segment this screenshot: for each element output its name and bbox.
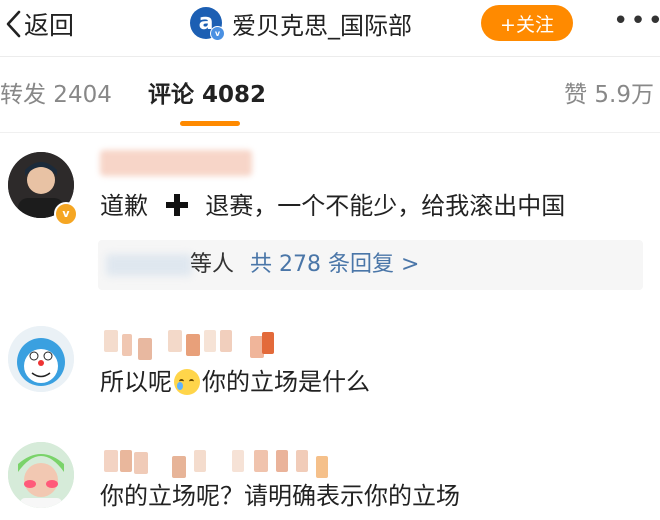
back-chevron-icon (6, 10, 21, 38)
more-dots-icon[interactable]: ••• (613, 8, 660, 36)
back-label: 返回 (24, 11, 75, 40)
back-button[interactable]: 返回 (4, 8, 74, 40)
verified-icon: v (210, 26, 225, 41)
top-nav-bar: 返回 a v 爱贝克思_国际部 +关注 ••• (0, 0, 660, 50)
comment-text-part: 退赛，一个不能少，给我滚出中国 (205, 192, 566, 220)
active-tab-indicator (180, 121, 240, 126)
plus-icon (165, 194, 188, 216)
comment-text: 所以呢 你的立场是什么 (100, 366, 370, 398)
divider (0, 132, 660, 133)
crying-emoji-icon (174, 369, 200, 395)
follow-button[interactable]: +关注 (481, 5, 573, 41)
comment-text-part: 所以呢 (100, 368, 172, 396)
avatar[interactable] (8, 326, 74, 392)
account-header[interactable]: a v 爱贝克思_国际部 (190, 6, 412, 41)
divider (0, 56, 660, 57)
account-logo-icon[interactable]: a v (190, 7, 225, 41)
comment-text-part: 道歉 (100, 192, 148, 220)
vip-badge-icon: v (54, 202, 78, 226)
tab-repost[interactable]: 转发 2404 (0, 80, 112, 110)
comment-text: 你的立场呢？请明确表示你的立场 (100, 482, 460, 510)
account-name[interactable]: 爱贝克思_国际部 (232, 6, 412, 41)
replies-summary[interactable]: 等人 共 278 条回复 > (98, 240, 643, 290)
avatar-image (8, 326, 74, 392)
reply-suffix: 等人 (190, 252, 235, 277)
comment-text-part: 你的立场是什么 (202, 368, 370, 396)
tab-like[interactable]: 赞 5.9万 (564, 80, 654, 110)
avatar[interactable] (8, 442, 74, 508)
view-replies-link[interactable]: 共 278 条回复 > (250, 250, 419, 280)
comment-text: 道歉 退赛，一个不能少，给我滚出中国 (100, 190, 565, 222)
reply-names-redacted (106, 254, 192, 276)
username-redacted (100, 150, 252, 176)
avatar-image (8, 442, 74, 508)
tab-comment[interactable]: 评论 4082 (148, 80, 266, 110)
